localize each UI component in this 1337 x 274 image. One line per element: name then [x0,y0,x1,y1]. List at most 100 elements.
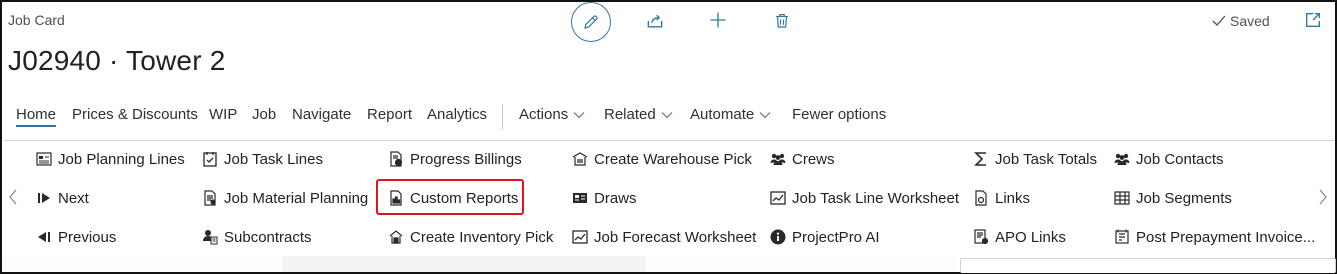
share-icon [647,14,663,28]
factbox-panel-edge [960,258,1336,273]
line-chart-icon [572,229,588,245]
action-job-contacts[interactable]: Job Contacts [1114,149,1224,169]
content-strip [282,256,646,272]
action-crews[interactable]: Crews [770,149,835,169]
action-job-task-line-worksheet[interactable]: Job Task Line Worksheet [770,188,959,208]
actions-dropdown[interactable]: Actions [519,106,585,123]
saved-status: Saved [1212,13,1270,29]
content-strip [646,256,956,272]
action-links[interactable]: Links [973,188,1030,208]
tab-job[interactable]: Job [252,106,276,123]
automate-label: Automate [690,106,755,123]
tab-report[interactable]: Report [367,106,412,123]
apo-links-icon [973,229,989,245]
action-label: Job Task Lines [224,150,323,168]
page-title: J02940 · Tower 2 [8,45,226,76]
action-job-material-planning[interactable]: Job Material Planning [202,188,368,208]
related-dropdown[interactable]: Related [604,106,673,123]
action-label: Subcontracts [224,228,312,246]
action-job-task-lines[interactable]: Job Task Lines [202,149,323,169]
tab-analytics[interactable]: Analytics [427,106,487,123]
info-icon [770,229,786,245]
action-label: Job Task Line Worksheet [792,189,960,207]
tab-wip[interactable]: WIP [209,106,237,123]
action-job-forecast-worksheet[interactable]: Job Forecast Worksheet [572,227,756,247]
billing-document-icon [388,151,404,167]
action-job-task-totals[interactable]: Job Task Totals [973,149,1097,169]
action-previous[interactable]: Previous [36,227,116,247]
warehouse-pick-icon [572,151,588,167]
action-label: Links [995,189,1031,207]
saved-label: Saved [1230,13,1270,29]
action-label: Job Planning Lines [58,150,185,168]
popout-icon [1306,13,1320,27]
action-projectpro-ai[interactable]: ProjectPro AI [770,227,880,247]
new-button[interactable] [705,7,731,33]
action-label: Job Material Planning [224,189,369,207]
action-job-planning-lines[interactable]: Job Planning Lines [36,149,185,169]
pencil-icon [584,15,598,29]
chevron-right-icon [1319,189,1327,205]
line-chart-icon [770,190,786,206]
action-apo-links[interactable]: APO Links [973,227,1066,247]
tab-prices-discounts[interactable]: Prices & Discounts [72,106,198,123]
action-menu-bar: Home Prices & Discounts WIP Job Navigate… [2,104,1002,130]
planning-lines-icon [36,151,52,167]
action-subcontracts[interactable]: Subcontracts [202,227,312,247]
action-label: Job Contacts [1136,150,1224,168]
action-create-inventory-pick[interactable]: Create Inventory Pick [388,227,553,247]
tab-navigate[interactable]: Navigate [292,106,351,123]
trash-icon [776,14,788,28]
edit-button[interactable] [571,2,611,42]
sigma-icon [973,151,989,167]
draws-icon [572,190,588,206]
link-document-icon [973,190,989,206]
tab-home[interactable]: Home [16,106,57,127]
scroll-left-button[interactable] [8,188,22,208]
next-icon [36,190,52,206]
chevron-down-icon [573,112,585,119]
invoice-post-icon [1114,229,1130,245]
delete-button[interactable] [769,8,795,34]
action-label: Create Inventory Pick [410,228,554,246]
content-strip [2,256,282,272]
action-post-prepayment-invoice[interactable]: Post Prepayment Invoice... [1114,227,1315,247]
plus-icon [710,12,726,28]
material-planning-icon [202,190,218,206]
action-label: Draws [594,189,637,207]
actions-label: Actions [519,106,569,123]
action-next[interactable]: Next [36,188,89,208]
job-card-window: Job Card J02940 · Tower 2 Saved Home Pri… [0,0,1337,274]
action-label: Create Warehouse Pick [594,150,752,168]
popout-button[interactable] [1304,11,1324,31]
checkmark-icon [1212,15,1226,26]
highlight-box [376,179,524,215]
action-label: Job Task Totals [995,150,1098,168]
people-group-icon [770,151,786,167]
grid-table-icon [1114,190,1130,206]
chevron-down-icon [661,112,673,119]
action-label: ProjectPro AI [792,228,880,246]
chevron-left-icon [9,189,17,205]
related-label: Related [604,106,656,123]
action-label: APO Links [995,228,1066,246]
action-progress-billings[interactable]: Progress Billings [388,149,522,169]
scroll-right-button[interactable] [1318,188,1332,208]
action-job-segments[interactable]: Job Segments [1114,188,1232,208]
page-type-label: Job Card [8,12,65,28]
divider [3,140,1334,141]
action-label: Job Forecast Worksheet [594,228,757,246]
automate-dropdown[interactable]: Automate [690,106,771,123]
subcontracts-icon [202,229,218,245]
action-create-warehouse-pick[interactable]: Create Warehouse Pick [572,149,752,169]
action-label: Job Segments [1136,189,1232,207]
action-label: Next [58,189,89,207]
action-label: Progress Billings [410,150,522,168]
action-draws[interactable]: Draws [572,188,637,208]
fewer-options-link[interactable]: Fewer options [792,106,886,123]
share-button[interactable] [642,8,668,34]
action-label: Post Prepayment Invoice... [1136,228,1316,246]
inventory-pick-icon [388,229,404,245]
people-group-icon [1114,151,1130,167]
action-label: Previous [58,228,117,246]
